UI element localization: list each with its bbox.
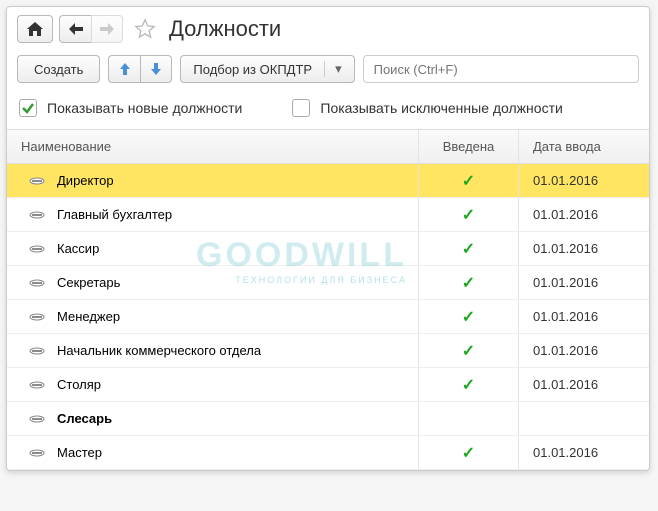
back-button[interactable]	[59, 15, 91, 43]
table-body: Директор ✓ 01.01.2016 Главный бухгалтер ✓ 01.…	[7, 164, 649, 470]
home-icon	[27, 22, 43, 36]
row-marker-icon	[29, 245, 45, 253]
table-row[interactable]: Секретарь ✓ 01.01.2016	[7, 266, 649, 300]
chevron-down-icon: ▾	[324, 61, 342, 77]
toolbar: Создать Подбор из ОКПДТР ▾	[7, 55, 649, 93]
row-introduced: ✓	[419, 164, 519, 197]
row-date: 01.01.2016	[519, 266, 649, 299]
row-date: 01.01.2016	[519, 232, 649, 265]
table-row[interactable]: Мастер ✓ 01.01.2016	[7, 436, 649, 470]
row-marker-icon	[29, 211, 45, 219]
row-introduced: ✓	[419, 300, 519, 333]
row-date: 01.01.2016	[519, 334, 649, 367]
okpdtr-label: Подбор из ОКПДТР	[193, 62, 312, 77]
filter-bar: Показывать новые должности Показывать ис…	[7, 93, 649, 129]
row-marker-icon	[29, 313, 45, 321]
column-header-date[interactable]: Дата ввода	[519, 130, 649, 163]
header-bar: Должности	[7, 7, 649, 55]
row-marker-icon	[29, 449, 45, 457]
row-name: Столяр	[57, 377, 101, 392]
move-up-button[interactable]	[108, 55, 140, 83]
search-input[interactable]	[363, 55, 639, 83]
create-button[interactable]: Создать	[17, 55, 100, 83]
table-row[interactable]: Менеджер ✓ 01.01.2016	[7, 300, 649, 334]
table-row[interactable]: Кассир ✓ 01.01.2016	[7, 232, 649, 266]
row-name: Секретарь	[57, 275, 120, 290]
arrow-up-icon	[118, 62, 132, 76]
row-introduced: ✓	[419, 334, 519, 367]
row-date	[519, 402, 649, 435]
check-icon: ✓	[462, 375, 475, 395]
row-introduced: ✓	[419, 232, 519, 265]
filter-label-excluded: Показывать исключенные должности	[320, 100, 562, 116]
check-icon	[21, 101, 35, 115]
arrow-right-icon	[100, 23, 114, 35]
row-marker-icon	[29, 381, 45, 389]
row-marker-icon	[29, 177, 45, 185]
row-date: 01.01.2016	[519, 300, 649, 333]
table-row[interactable]: Столяр ✓ 01.01.2016	[7, 368, 649, 402]
check-icon: ✓	[462, 307, 475, 327]
forward-button[interactable]	[91, 15, 123, 43]
favorite-toggle[interactable]	[133, 17, 157, 41]
table-row[interactable]: Слесарь	[7, 402, 649, 436]
table-header: Наименование Введена Дата ввода	[7, 130, 649, 164]
row-name: Менеджер	[57, 309, 120, 324]
check-icon: ✓	[462, 239, 475, 259]
row-name: Мастер	[57, 445, 102, 460]
okpdtr-dropdown[interactable]: Подбор из ОКПДТР ▾	[180, 55, 354, 83]
row-introduced: ✓	[419, 198, 519, 231]
row-name: Кассир	[57, 241, 99, 256]
arrow-left-icon	[69, 23, 83, 35]
row-marker-icon	[29, 415, 45, 423]
row-name: Начальник коммерческого отдела	[57, 343, 261, 358]
row-marker-icon	[29, 279, 45, 287]
row-name: Директор	[57, 173, 114, 188]
column-header-name[interactable]: Наименование	[7, 130, 419, 163]
row-name: Главный бухгалтер	[57, 207, 172, 222]
page-title: Должности	[169, 16, 281, 42]
table-row[interactable]: Начальник коммерческого отдела ✓ 01.01.201…	[7, 334, 649, 368]
column-header-introduced[interactable]: Введена	[419, 130, 519, 163]
star-icon	[134, 18, 156, 40]
row-introduced: ✓	[419, 368, 519, 401]
checkbox-show-new[interactable]	[19, 99, 37, 117]
row-date: 01.01.2016	[519, 164, 649, 197]
check-icon: ✓	[462, 443, 475, 463]
row-introduced	[419, 402, 519, 435]
checkbox-show-excluded[interactable]	[292, 99, 310, 117]
arrow-down-icon	[149, 62, 163, 76]
nav-button-group	[59, 15, 123, 43]
table-row[interactable]: Директор ✓ 01.01.2016	[7, 164, 649, 198]
check-icon: ✓	[462, 341, 475, 361]
row-date: 01.01.2016	[519, 198, 649, 231]
table-row[interactable]: Главный бухгалтер ✓ 01.01.2016	[7, 198, 649, 232]
row-introduced: ✓	[419, 266, 519, 299]
row-date: 01.01.2016	[519, 368, 649, 401]
row-date: 01.01.2016	[519, 436, 649, 469]
check-icon: ✓	[462, 171, 475, 191]
filter-label-new: Показывать новые должности	[47, 100, 242, 116]
check-icon: ✓	[462, 273, 475, 293]
move-down-button[interactable]	[140, 55, 172, 83]
move-button-group	[108, 55, 172, 83]
home-button[interactable]	[17, 15, 53, 43]
row-marker-icon	[29, 347, 45, 355]
app-window: Должности Создать Подбор из ОКПДТР ▾ Пок…	[6, 6, 650, 471]
row-introduced: ✓	[419, 436, 519, 469]
positions-table: Наименование Введена Дата ввода Директор…	[7, 129, 649, 470]
row-name: Слесарь	[57, 411, 112, 426]
check-icon: ✓	[462, 205, 475, 225]
